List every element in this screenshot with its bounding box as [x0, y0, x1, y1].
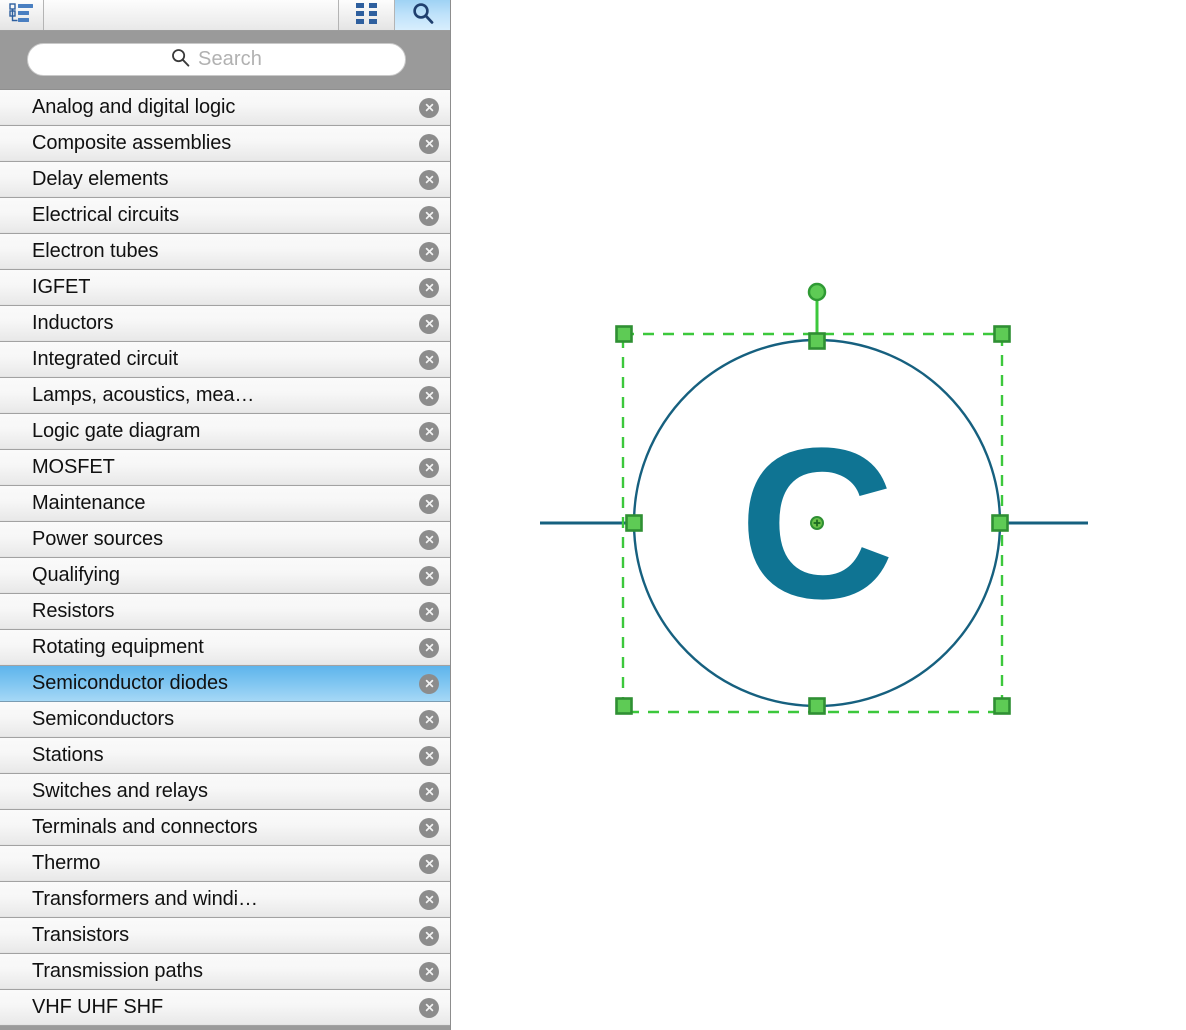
- category-row[interactable]: Transformers and windi…: [0, 882, 450, 918]
- search-bar-area: Search: [0, 31, 450, 89]
- close-circle-icon[interactable]: [419, 169, 439, 190]
- category-label: Switches and relays: [32, 780, 208, 802]
- close-circle-icon[interactable]: [419, 601, 439, 622]
- category-row[interactable]: Maintenance: [0, 486, 450, 522]
- category-label: Electrical circuits: [32, 204, 180, 226]
- category-label: Resistors: [32, 600, 115, 622]
- center-anchor-icon: [810, 516, 824, 530]
- close-circle-icon[interactable]: [419, 277, 439, 298]
- category-label: Inductors: [32, 312, 114, 334]
- category-row[interactable]: Electron tubes: [0, 234, 450, 270]
- category-row[interactable]: Transmission paths: [0, 954, 450, 990]
- category-label: Semiconductor diodes: [32, 672, 228, 694]
- category-label: Delay elements: [32, 168, 169, 190]
- category-row[interactable]: MOSFET: [0, 450, 450, 486]
- category-label: Transistors: [32, 924, 130, 946]
- panel-toolbar: [0, 0, 450, 31]
- category-row[interactable]: IGFET: [0, 270, 450, 306]
- category-label: Integrated circuit: [32, 348, 179, 370]
- search-input[interactable]: Search: [27, 43, 406, 76]
- category-label: Transformers and windi…: [32, 888, 258, 910]
- category-label: Semiconductors: [32, 708, 174, 730]
- close-circle-icon[interactable]: [419, 889, 439, 910]
- close-circle-icon[interactable]: [419, 637, 439, 658]
- category-row[interactable]: Stations: [0, 738, 450, 774]
- category-row[interactable]: Logic gate diagram: [0, 414, 450, 450]
- tree-outline-icon: [8, 2, 35, 28]
- close-circle-icon[interactable]: [419, 565, 439, 586]
- category-row[interactable]: Analog and digital logic: [0, 90, 450, 126]
- close-circle-icon[interactable]: [419, 817, 439, 838]
- close-circle-icon[interactable]: [419, 241, 439, 262]
- category-row[interactable]: Inductors: [0, 306, 450, 342]
- search-view-button[interactable]: [395, 0, 450, 30]
- category-row[interactable]: Delay elements: [0, 162, 450, 198]
- category-row[interactable]: Semiconductors: [0, 702, 450, 738]
- category-label: Terminals and connectors: [32, 816, 258, 838]
- category-label: Analog and digital logic: [32, 96, 236, 118]
- close-circle-icon[interactable]: [419, 457, 439, 478]
- close-circle-icon[interactable]: [419, 673, 439, 694]
- drawing-canvas[interactable]: C: [451, 0, 1186, 1030]
- category-label: Thermo: [32, 852, 101, 874]
- category-row[interactable]: Power sources: [0, 522, 450, 558]
- search-icon: [412, 2, 434, 29]
- category-label: MOSFET: [32, 456, 115, 478]
- category-label: IGFET: [32, 276, 91, 298]
- grid-view-icon: [355, 2, 379, 29]
- category-row[interactable]: Thermo: [0, 846, 450, 882]
- close-circle-icon[interactable]: [419, 313, 439, 334]
- category-label: Lamps, acoustics, mea…: [32, 384, 255, 406]
- close-circle-icon[interactable]: [419, 97, 439, 118]
- category-row[interactable]: Terminals and connectors: [0, 810, 450, 846]
- category-row[interactable]: Integrated circuit: [0, 342, 450, 378]
- category-row[interactable]: Electrical circuits: [0, 198, 450, 234]
- category-label: Rotating equipment: [32, 636, 204, 658]
- close-circle-icon[interactable]: [419, 385, 439, 406]
- close-circle-icon[interactable]: [419, 493, 439, 514]
- category-row[interactable]: Resistors: [0, 594, 450, 630]
- category-label: Stations: [32, 744, 104, 766]
- close-circle-icon[interactable]: [419, 961, 439, 982]
- search-placeholder: Search: [198, 48, 262, 70]
- category-row[interactable]: Lamps, acoustics, mea…: [0, 378, 450, 414]
- category-label: Electron tubes: [32, 240, 159, 262]
- close-circle-icon[interactable]: [419, 997, 439, 1018]
- category-row[interactable]: Composite assemblies: [0, 126, 450, 162]
- close-circle-icon[interactable]: [419, 205, 439, 226]
- close-circle-icon[interactable]: [419, 421, 439, 442]
- selected-shape-graphic[interactable]: C: [451, 0, 1186, 1030]
- category-list[interactable]: Analog and digital logic Composite assemb…: [0, 89, 450, 1030]
- category-row[interactable]: Rotating equipment: [0, 630, 450, 666]
- category-label: Power sources: [32, 528, 163, 550]
- tree-view-button[interactable]: [0, 0, 44, 30]
- category-label: Transmission paths: [32, 960, 203, 982]
- category-row[interactable]: Semiconductor diodes: [0, 666, 450, 702]
- close-circle-icon[interactable]: [419, 349, 439, 370]
- grid-view-button[interactable]: [339, 0, 395, 30]
- close-circle-icon[interactable]: [419, 781, 439, 802]
- close-circle-icon[interactable]: [419, 745, 439, 766]
- category-row[interactable]: Transistors: [0, 918, 450, 954]
- category-row[interactable]: VHF UHF SHF: [0, 990, 450, 1026]
- category-label: Composite assemblies: [32, 132, 232, 154]
- category-label: Logic gate diagram: [32, 420, 201, 442]
- close-circle-icon[interactable]: [419, 925, 439, 946]
- category-label: VHF UHF SHF: [32, 996, 164, 1018]
- close-circle-icon[interactable]: [419, 709, 439, 730]
- close-circle-icon[interactable]: [419, 853, 439, 874]
- close-circle-icon[interactable]: [419, 529, 439, 550]
- category-label: Maintenance: [32, 492, 146, 514]
- category-row[interactable]: Qualifying: [0, 558, 450, 594]
- shape-library-panel: Search Analog and digital logic Composite…: [0, 0, 451, 1030]
- category-row[interactable]: Switches and relays: [0, 774, 450, 810]
- search-icon: [171, 48, 190, 72]
- close-circle-icon[interactable]: [419, 133, 439, 154]
- category-label: Qualifying: [32, 564, 120, 586]
- toolbar-spacer: [44, 0, 339, 30]
